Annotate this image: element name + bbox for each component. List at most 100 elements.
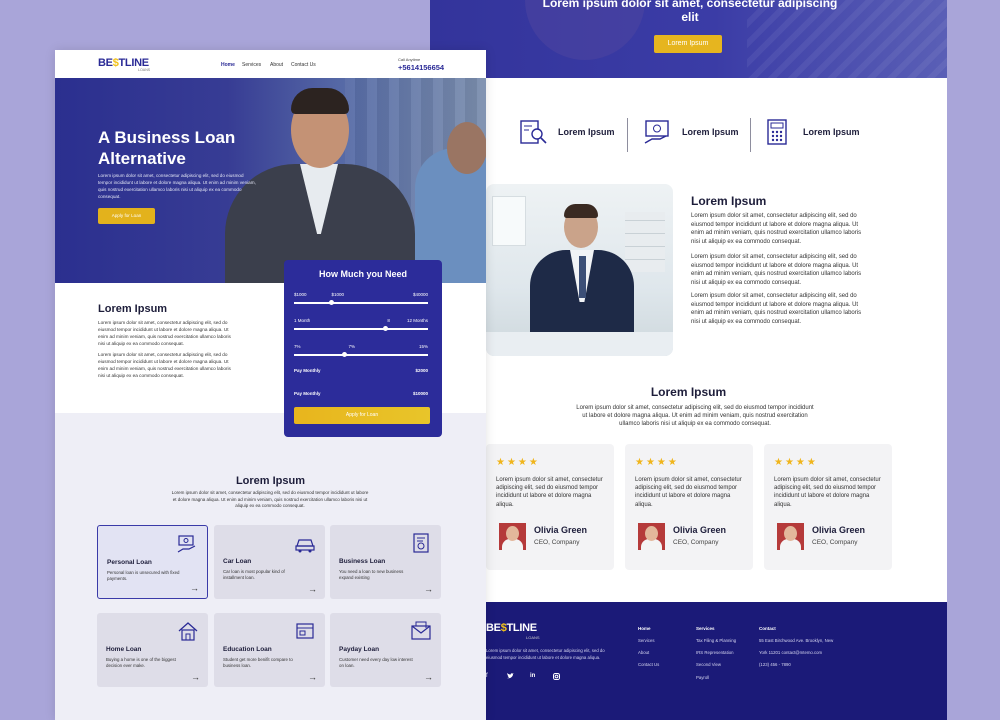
twitter-icon[interactable] [507,673,514,679]
divider [750,118,751,152]
testimonial-name: Olivia Green [812,525,866,535]
nav-contact[interactable]: Contact Us [291,62,316,68]
services-title: Lorem Ipsum [235,475,306,487]
footer-link[interactable]: Second View [696,662,736,667]
about-title: Lorem Ipsum [98,303,168,315]
hero-title: Lorem ipsum dolor sit amet, consectetur … [542,0,838,24]
service-title: Personal Loan [107,559,152,566]
footer-logo[interactable]: BE$TLINE [486,622,537,634]
calculator-icon [767,119,787,145]
avatar [777,523,804,550]
testimonial-card: ★★★★ Lorem ipsum dolor sit amet, consect… [486,444,614,570]
loan-calculator: How Much you Need $1000 $1000 $40000 1 Mon… [284,260,442,437]
slider-handle[interactable] [382,325,388,331]
hero-title: A Business Loan Alternative [98,128,236,168]
testimonial-name: Olivia Green [673,525,727,535]
testimonial-name: Olivia Green [534,525,588,535]
testimonial-card: ★★★★ Lorem ipsum dolor sit amet, consect… [764,444,892,570]
rate-slider[interactable]: 7% 7% 15% [294,344,428,357]
testimonial-role: CEO, Company [812,539,858,546]
footer-text: Lorem ipsum dolor sit amet, consectetur … [486,648,605,660]
about-paragraph: Lorem ipsum dolor sit amet, consectetur … [691,213,862,246]
hero-cta-button[interactable]: Lorem Ipsum [654,35,722,53]
footer-logo-sub: LOANS [526,635,540,640]
footer-phone: (123) 456 - 7890 [759,662,791,668]
divider [627,118,628,152]
footer-link[interactable]: About [638,650,659,655]
arrow-right-icon[interactable]: → [190,583,199,593]
footer-column-home: Home Services About Contact Us [638,626,659,675]
feature-item: Lorem Ipsum [642,112,739,152]
linkedin-icon[interactable]: in [530,673,535,679]
right-page-preview: Lorem ipsum dolor sit amet, consectetur … [430,0,947,720]
service-card-payday[interactable]: Payday Loan Customer need every day low … [330,613,441,687]
nav-home[interactable]: Home [221,62,235,68]
facebook-icon[interactable]: f [486,673,488,679]
footer-heading: Contact [759,626,776,631]
term-slider[interactable]: 1 Month 8 12 Months [294,318,428,331]
money-hand-icon [644,120,669,144]
arrow-right-icon[interactable]: → [424,584,433,594]
footer-link[interactable]: Services [638,638,659,643]
service-title: Car Loan [223,558,252,565]
about-title: Lorem Ipsum [691,194,767,208]
arrow-right-icon[interactable]: → [424,672,433,682]
nav-services[interactable]: Services [242,62,261,68]
feature-label: Lorem Ipsum [682,127,739,137]
calculator-apply-button[interactable]: Apply for Loan [294,407,430,424]
amount-slider[interactable]: $1000 $1000 $40000 [294,292,428,305]
testimonial-role: CEO, Company [534,539,580,546]
services-intro: Lorem ipsum dolor sit amet, consectetur … [171,490,369,509]
arrow-right-icon[interactable]: → [191,672,200,682]
service-card-personal[interactable]: Personal Loan Personal loan is unsecured… [97,525,208,599]
slider-handle[interactable] [329,299,335,305]
service-desc: Car loan is most popular kind of install… [223,569,285,580]
service-card-education[interactable]: Education Loan Student get more benifit … [214,613,325,687]
footer-email[interactable]: York 11201 contact@mtemo.com [759,650,833,655]
service-card-car[interactable]: Car Loan Car loan is most popular kind o… [214,525,325,599]
calculator-title: How Much you Need [318,269,407,279]
footer: BE$TLINE LOANS Lorem ipsum dolor sit ame… [430,602,947,720]
instagram-icon[interactable] [553,673,560,680]
service-desc: Buying a home is one of the biggest deci… [106,657,176,668]
footer-link[interactable]: Contact Us [638,662,659,667]
service-desc: Personal loan is unsecured with fixed pa… [107,570,180,581]
footer-link[interactable]: IRS Representation [696,650,736,655]
nav-about[interactable]: About [270,62,283,68]
avatar [499,523,526,550]
cash-hand-icon [177,535,196,553]
car-icon [295,539,315,553]
slider-handle[interactable] [342,351,348,357]
footer-heading[interactable]: Home [638,626,659,631]
apply-loan-button[interactable]: Apply for Loan [98,208,155,224]
service-desc: You need a loan to new business expand e… [339,569,404,580]
service-desc: Customer need every day low interest on … [339,657,413,668]
feature-item: Lorem Ipsum [763,112,860,152]
footer-link[interactable]: Tax Filing & Planning [696,638,736,643]
arrow-right-icon[interactable]: → [308,672,317,682]
business-document-icon [413,533,429,553]
testimonials-intro: Lorem ipsum dolor sit amet, consectetur … [576,405,814,427]
home-icon [178,622,198,641]
testimonial-text: Lorem ipsum dolor sit amet, consectetur … [774,477,881,508]
phone-number[interactable]: +5614156654 [398,63,444,72]
testimonials-title: Lorem Ipsum [650,385,727,399]
testimonial-text: Lorem ipsum dolor sit amet, consectetur … [635,477,742,508]
footer-column-contact: Contact 55 East Birchwood Ave. Brooklyn,… [759,626,833,675]
features-row: Lorem Ipsum Lorem Ipsum Lorem Ipsum [430,112,947,156]
avatar [638,523,665,550]
about-paragraph: Lorem ipsum dolor sit amet, consectetur … [98,320,231,346]
about-paragraph: Lorem ipsum dolor sit amet, consectetur … [98,352,231,378]
service-title: Home Loan [106,646,142,653]
envelope-icon [411,621,431,640]
service-card-business[interactable]: Business Loan You need a loan to new bus… [330,525,441,599]
education-card-icon [296,623,314,639]
hero-text: Lorem ipsum dolor sit amet, consectetur … [98,173,256,199]
footer-link[interactable]: Payroll [696,675,736,680]
service-card-home[interactable]: Home Loan Buying a home is one of the bi… [97,613,208,687]
star-rating: ★★★★ [496,457,540,468]
businessman-photo [486,184,673,356]
service-desc: Student get more benifit compare to busi… [223,657,293,668]
arrow-right-icon[interactable]: → [308,584,317,594]
service-title: Business Loan [339,558,386,565]
